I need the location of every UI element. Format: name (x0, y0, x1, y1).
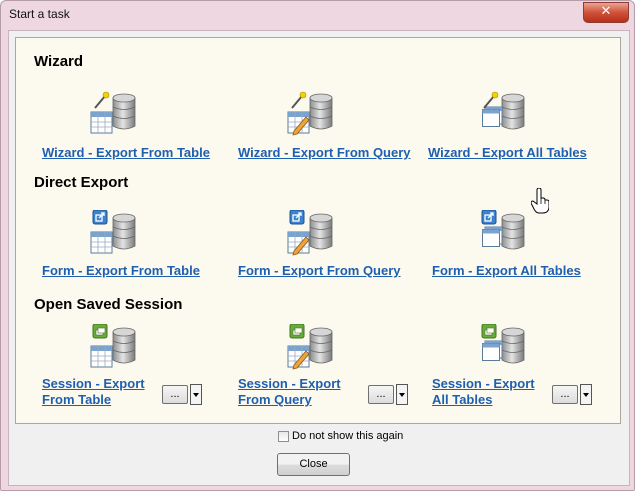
hand-cursor-icon (531, 188, 549, 214)
start-task-window: Start a task ✕ Wizard Wizard - Export Fr… (0, 0, 635, 491)
link-wizard-export-from-table[interactable]: Wizard - Export From Table (42, 145, 210, 160)
title-bar[interactable]: Start a task ✕ (1, 1, 634, 29)
link-line-1: Session - Export (42, 376, 145, 391)
link-wizard-export-all-tables[interactable]: Wizard - Export All Tables (428, 145, 587, 160)
close-button[interactable]: Close (277, 453, 350, 476)
section-heading-wizard: Wizard (34, 53, 84, 70)
session-query-icon[interactable] (286, 324, 336, 370)
window-close-button[interactable]: ✕ (583, 2, 629, 23)
session-all-tables-icon[interactable] (478, 324, 528, 370)
section-heading-direct-export: Direct Export (34, 174, 129, 191)
link-session-export-from-query[interactable]: Session - Export From Query (238, 376, 368, 408)
link-line-1: Session - Export (432, 376, 535, 391)
session-all-tables-browse-button[interactable]: ... (552, 385, 578, 404)
session-table-icon[interactable] (89, 324, 139, 370)
form-query-icon[interactable] (286, 210, 336, 256)
close-icon: ✕ (600, 4, 612, 19)
session-query-dropdown-button[interactable] (396, 384, 408, 405)
link-wizard-export-from-query[interactable]: Wizard - Export From Query (238, 145, 411, 160)
wizard-all-tables-icon[interactable] (478, 90, 528, 136)
task-panel: Wizard Wizard - Export From Table Wizard… (15, 37, 621, 424)
form-all-tables-icon[interactable] (478, 210, 528, 256)
window-title: Start a task (9, 7, 70, 21)
link-form-export-from-table[interactable]: Form - Export From Table (42, 263, 200, 278)
link-form-export-all-tables[interactable]: Form - Export All Tables (432, 263, 581, 278)
section-heading-open-saved-session: Open Saved Session (34, 296, 183, 313)
dropdown-arrow-icon (193, 393, 199, 397)
link-session-export-from-table[interactable]: Session - Export From Table (42, 376, 172, 408)
link-line-2: From Query (238, 392, 312, 407)
do-not-show-again-checkbox[interactable] (278, 431, 289, 442)
session-query-browse-button[interactable]: ... (368, 385, 394, 404)
session-all-tables-dropdown-button[interactable] (580, 384, 592, 405)
link-line-2: From Table (42, 392, 112, 407)
wizard-query-icon[interactable] (286, 90, 336, 136)
do-not-show-again-label[interactable]: Do not show this again (292, 430, 403, 442)
dropdown-arrow-icon (583, 393, 589, 397)
session-table-dropdown-button[interactable] (190, 384, 202, 405)
form-table-icon[interactable] (89, 210, 139, 256)
wizard-table-icon[interactable] (89, 90, 139, 136)
session-table-browse-button[interactable]: ... (162, 385, 188, 404)
link-form-export-from-query[interactable]: Form - Export From Query (238, 263, 401, 278)
dialog-client-area: Wizard Wizard - Export From Table Wizard… (8, 30, 630, 486)
link-session-export-all-tables[interactable]: Session - Export All Tables (432, 376, 562, 408)
link-line-1: Session - Export (238, 376, 341, 391)
dropdown-arrow-icon (399, 393, 405, 397)
link-line-2: All Tables (432, 392, 493, 407)
